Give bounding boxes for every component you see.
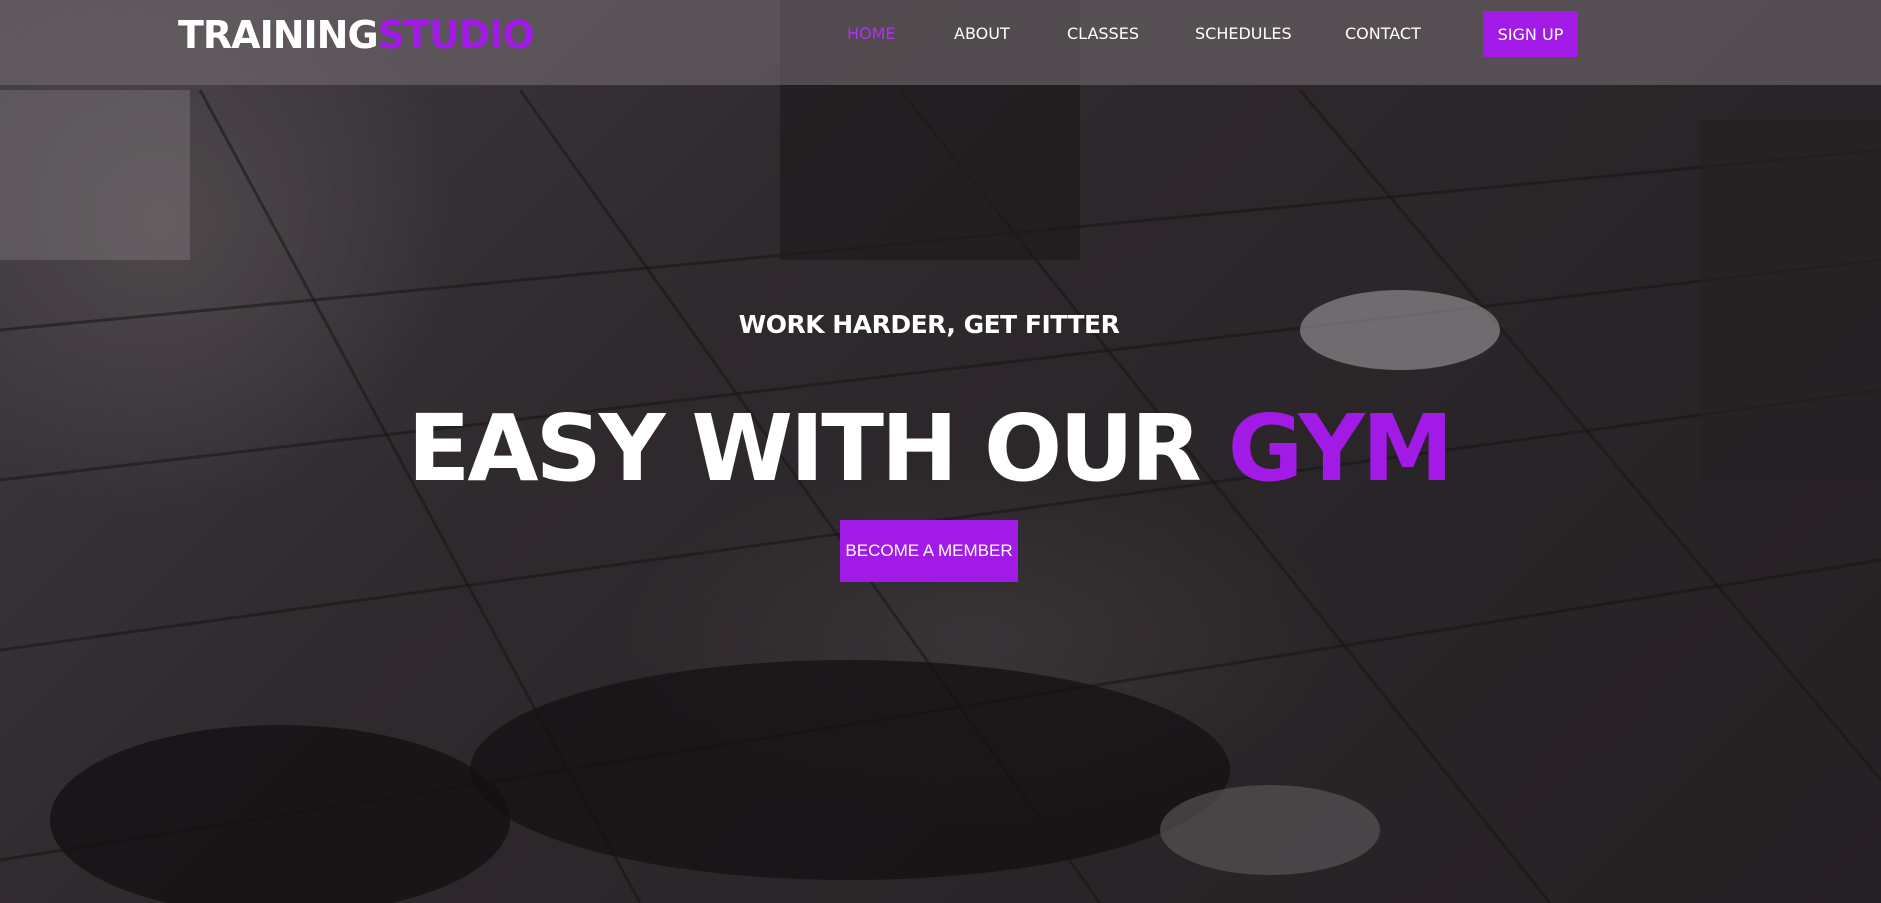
site-logo[interactable]: TRAININGSTUDIO	[178, 12, 535, 58]
hero-headline: EASY WITH OUR GYM	[0, 395, 1858, 503]
sign-up-button[interactable]: SIGN UP	[1483, 11, 1578, 57]
site-header: TRAININGSTUDIO HOME ABOUT CLASSES SCHEDU…	[0, 0, 1881, 85]
headline-main-text: EASY WITH OUR	[407, 395, 1202, 502]
logo-accent-text: STUDIO	[377, 13, 535, 57]
become-member-button[interactable]: BECOME A MEMBER	[840, 520, 1018, 582]
headline-accent-text: GYM	[1227, 395, 1454, 502]
nav-about[interactable]: ABOUT	[954, 24, 1010, 43]
logo-main-text: TRAINING	[178, 13, 379, 57]
nav-contact[interactable]: CONTACT	[1345, 24, 1421, 43]
nav-classes[interactable]: CLASSES	[1067, 24, 1139, 43]
nav-home[interactable]: HOME	[847, 24, 896, 43]
nav-schedules[interactable]: SCHEDULES	[1195, 24, 1292, 43]
hero-subtitle: WORK HARDER, GET FITTER	[738, 310, 1120, 339]
